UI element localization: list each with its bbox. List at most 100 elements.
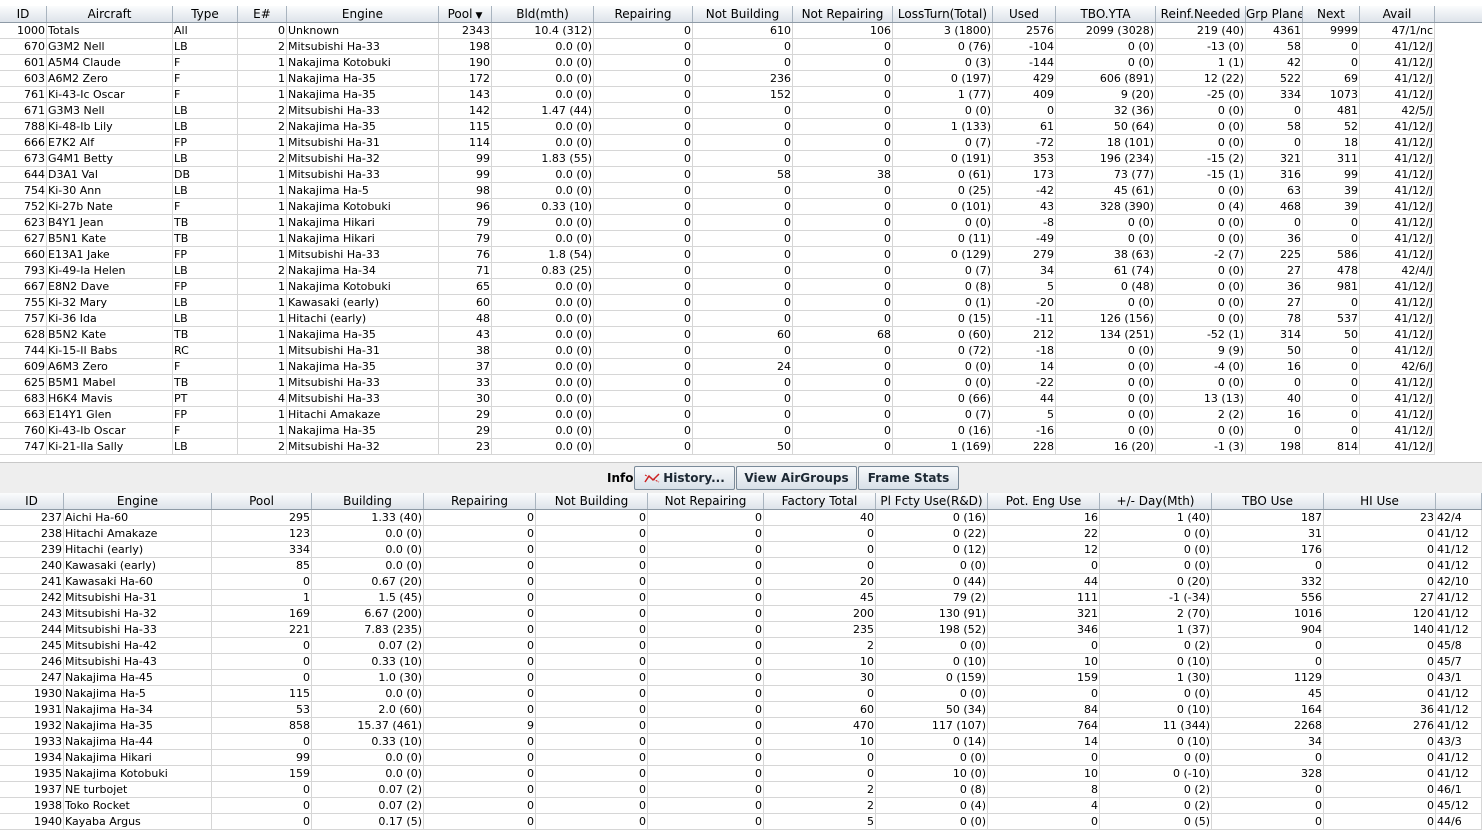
cell-hi-use: 0: [1324, 750, 1436, 766]
table-row[interactable]: 1931 Nakajima Ha-34 53 2.0 (60) 0 0 0 60 50 (34)…: [0, 702, 1482, 718]
column-header-id[interactable]: ID: [0, 493, 64, 509]
column-header-bld-mth[interactable]: Bld(mth): [492, 6, 594, 22]
column-header-avail[interactable]: Avail: [1360, 6, 1435, 22]
column-header-grp-planes[interactable]: Grp Planes: [1246, 6, 1303, 22]
column-header-engine[interactable]: Engine: [287, 6, 439, 22]
table-row[interactable]: 603 A6M2 Zero F 1 Nakajima Ha-35 172 0.0 (0) 0 2…: [0, 71, 1482, 87]
cell-avail: 41/12/J: [1360, 423, 1435, 439]
cell-id: 601: [0, 55, 47, 71]
cell-engine: Nakajima Kotobuki: [287, 279, 439, 295]
column-header-aircraft[interactable]: Aircraft: [47, 6, 173, 22]
cell-pot-eng-use: 16: [988, 510, 1100, 526]
column-header-lossturn-total[interactable]: LossTurn(Total): [893, 6, 993, 22]
cell-grp-planes: 198: [1246, 439, 1303, 455]
engine-table[interactable]: ID Engine Pool Building Repairing Not Buildin…: [0, 493, 1482, 832]
table-row[interactable]: 609 A6M3 Zero F 1 Nakajima Ha-35 37 0.0 (0) 0 24…: [0, 359, 1482, 375]
column-header-pl-fcty-use-r-d[interactable]: Pl Fcty Use(R&D): [876, 493, 988, 509]
column-header-day-mth[interactable]: +/- Day(Mth): [1100, 493, 1212, 509]
table-row[interactable]: 670 G3M2 Nell LB 2 Mitsubishi Ha-33 198 0.0 (0…: [0, 39, 1482, 55]
column-header-label: +/- Day(Mth): [1116, 494, 1195, 508]
column-header-next[interactable]: Next: [1303, 6, 1360, 22]
table-row[interactable]: 673 G4M1 Betty LB 2 Mitsubishi Ha-32 99 1.83 (…: [0, 151, 1482, 167]
table-row[interactable]: 240 Kawasaki (early) 85 0.0 (0) 0 0 0 0 0 (0) 0 0 …: [0, 558, 1482, 574]
table-row[interactable]: 757 Ki-36 Ida LB 1 Hitachi (early) 48 0.0 (0) 0…: [0, 311, 1482, 327]
cell-reinf-needed: 0 (0): [1156, 119, 1246, 135]
table-row[interactable]: 245 Mitsubishi Ha-42 0 0.07 (2) 0 0 0 2 0 (0) 0 0 …: [0, 638, 1482, 654]
column-header-not-building[interactable]: Not Building: [536, 493, 648, 509]
column-header-pool[interactable]: Pool ▼: [439, 6, 492, 22]
column-header-reinf-needed[interactable]: Reinf.Needed: [1156, 6, 1246, 22]
cell-pl-fcty-use-r-d: 0 (0): [876, 686, 988, 702]
cell-building: 0.0 (0): [312, 766, 424, 782]
column-header-factory-total[interactable]: Factory Total: [764, 493, 876, 509]
cell-aircraft: Ki-43-Ic Oscar: [47, 87, 173, 103]
table-row[interactable]: 666 E7K2 Alf FP 1 Mitsubishi Ha-31 114 0.0 (0)…: [0, 135, 1482, 151]
table-row[interactable]: 663 E14Y1 Glen FP 1 Hitachi Amakaze 29 0.0 (0)…: [0, 407, 1482, 423]
column-header-used[interactable]: Used: [993, 6, 1056, 22]
table-row[interactable]: 1937 NE turbojet 0 0.07 (2) 0 0 0 2 0 (8) 8 0 (2) 0…: [0, 782, 1482, 798]
history-button[interactable]: History...: [634, 466, 735, 490]
column-header-e[interactable]: E#: [238, 6, 287, 22]
table-row[interactable]: 1933 Nakajima Ha-44 0 0.33 (10) 0 0 0 10 0 (14) 1…: [0, 734, 1482, 750]
cell-lossturn-total: 0 (7): [893, 407, 993, 423]
column-header-not-building[interactable]: Not Building: [693, 6, 793, 22]
column-header-blank[interactable]: [1436, 493, 1482, 509]
table-row[interactable]: 1000 Totals All 0 Unknown 2343 10.4 (312) 0 610 1…: [0, 23, 1482, 39]
column-header-repairing[interactable]: Repairing: [594, 6, 693, 22]
table-row[interactable]: 755 Ki-32 Mary LB 1 Kawasaki (early) 60 0.0 (0…: [0, 295, 1482, 311]
table-row[interactable]: 244 Mitsubishi Ha-33 221 7.83 (235) 0 0 0 235 19…: [0, 622, 1482, 638]
cell-aircraft: B5M1 Mabel: [47, 375, 173, 391]
cell-pool: 71: [439, 263, 492, 279]
column-header-tbo-yta[interactable]: TBO.YTA: [1056, 6, 1156, 22]
table-row[interactable]: 754 Ki-30 Ann LB 1 Nakajima Ha-5 98 0.0 (0) 0 0 0…: [0, 183, 1482, 199]
table-row[interactable]: 1935 Nakajima Kotobuki 159 0.0 (0) 0 0 0 0 10 (0…: [0, 766, 1482, 782]
table-row[interactable]: 747 Ki-21-IIa Sally LB 2 Mitsubishi Ha-32 23 0…: [0, 439, 1482, 455]
cell-pot-eng-use: 321: [988, 606, 1100, 622]
aircraft-table[interactable]: ID Aircraft Type E# Engine Pool ▼ Bld(mth) Repai…: [0, 6, 1482, 462]
table-row[interactable]: 660 E13A1 Jake FP 1 Mitsubishi Ha-33 76 1.8 (5…: [0, 247, 1482, 263]
column-header-not-repairing[interactable]: Not Repairing: [648, 493, 764, 509]
table-row[interactable]: 243 Mitsubishi Ha-32 169 6.67 (200) 0 0 0 200 13…: [0, 606, 1482, 622]
table-row[interactable]: 246 Mitsubishi Ha-43 0 0.33 (10) 0 0 0 10 0 (10)…: [0, 654, 1482, 670]
table-row[interactable]: 1940 Kayaba Argus 0 0.17 (5) 0 0 0 5 0 (0) 0 0 (5)…: [0, 814, 1482, 830]
view-airgroups-button[interactable]: View AirGroups: [736, 466, 857, 490]
table-row[interactable]: 1932 Nakajima Ha-35 858 15.37 (461) 9 0 0 470 11…: [0, 718, 1482, 734]
table-row[interactable]: 1934 Nakajima Hikari 99 0.0 (0) 0 0 0 0 0 (0) 0 0 …: [0, 750, 1482, 766]
cell-tbo-use: 0: [1212, 798, 1324, 814]
table-row[interactable]: 793 Ki-49-Ia Helen LB 2 Nakajima Ha-34 71 0.83…: [0, 263, 1482, 279]
frame-stats-button[interactable]: Frame Stats: [858, 466, 959, 490]
column-header-hi-use[interactable]: HI Use: [1324, 493, 1436, 509]
table-row[interactable]: 1938 Toko Rocket 0 0.07 (2) 0 0 0 2 0 (4) 4 0 (2) 0…: [0, 798, 1482, 814]
table-row[interactable]: 671 G3M3 Nell LB 2 Mitsubishi Ha-33 142 1.47 (…: [0, 103, 1482, 119]
column-header-type[interactable]: Type: [173, 6, 238, 22]
column-header-tbo-use[interactable]: TBO Use: [1212, 493, 1324, 509]
table-row[interactable]: 628 B5N2 Kate TB 1 Nakajima Ha-35 43 0.0 (0) 0 6…: [0, 327, 1482, 343]
column-header-not-repairing[interactable]: Not Repairing: [793, 6, 893, 22]
table-row[interactable]: 752 Ki-27b Nate F 1 Nakajima Kotobuki 96 0.33 …: [0, 199, 1482, 215]
table-row[interactable]: 760 Ki-43-Ib Oscar F 1 Nakajima Ha-35 29 0.0 (…: [0, 423, 1482, 439]
table-row[interactable]: 1930 Nakajima Ha-5 115 0.0 (0) 0 0 0 0 0 (0) 0 0 (…: [0, 686, 1482, 702]
table-row[interactable]: 601 A5M4 Claude F 1 Nakajima Kotobuki 190 0.0 …: [0, 55, 1482, 71]
table-row[interactable]: 239 Hitachi (early) 334 0.0 (0) 0 0 0 0 0 (12) 12…: [0, 542, 1482, 558]
cell-pl-fcty-use-r-d: 0 (159): [876, 670, 988, 686]
column-header-pool[interactable]: Pool: [212, 493, 312, 509]
column-header-building[interactable]: Building: [312, 493, 424, 509]
column-header-engine[interactable]: Engine: [64, 493, 212, 509]
table-row[interactable]: 247 Nakajima Ha-45 0 1.0 (30) 0 0 0 30 0 (159) 15…: [0, 670, 1482, 686]
table-row[interactable]: 627 B5N1 Kate TB 1 Nakajima Hikari 79 0.0 (0) 0…: [0, 231, 1482, 247]
table-row[interactable]: 241 Kawasaki Ha-60 0 0.67 (20) 0 0 0 20 0 (44) 44…: [0, 574, 1482, 590]
table-row[interactable]: 237 Aichi Ha-60 295 1.33 (40) 0 0 0 40 0 (16) 16 1…: [0, 510, 1482, 526]
table-row[interactable]: 788 Ki-48-Ib Lily LB 2 Nakajima Ha-35 115 0.0 …: [0, 119, 1482, 135]
table-row[interactable]: 761 Ki-43-Ic Oscar F 1 Nakajima Ha-35 143 0.0 …: [0, 87, 1482, 103]
column-header-pot-eng-use[interactable]: Pot. Eng Use: [988, 493, 1100, 509]
table-row[interactable]: 667 E8N2 Dave FP 1 Nakajima Kotobuki 65 0.0 (0…: [0, 279, 1482, 295]
table-row[interactable]: 744 Ki-15-II Babs RC 1 Mitsubishi Ha-31 38 0.0…: [0, 343, 1482, 359]
column-header-repairing[interactable]: Repairing: [424, 493, 536, 509]
table-row[interactable]: 683 H6K4 Mavis PT 4 Mitsubishi Ha-33 30 0.0 (0…: [0, 391, 1482, 407]
table-row[interactable]: 238 Hitachi Amakaze 123 0.0 (0) 0 0 0 0 0 (22) 22…: [0, 526, 1482, 542]
table-row[interactable]: 625 B5M1 Mabel TB 1 Mitsubishi Ha-33 33 0.0 (0…: [0, 375, 1482, 391]
column-header-id[interactable]: ID: [0, 6, 47, 22]
table-row[interactable]: 644 D3A1 Val DB 1 Mitsubishi Ha-33 99 0.0 (0) 0…: [0, 167, 1482, 183]
table-row[interactable]: 623 B4Y1 Jean TB 1 Nakajima Hikari 79 0.0 (0) 0…: [0, 215, 1482, 231]
table-row[interactable]: 242 Mitsubishi Ha-31 1 1.5 (45) 0 0 0 45 79 (2) 1…: [0, 590, 1482, 606]
